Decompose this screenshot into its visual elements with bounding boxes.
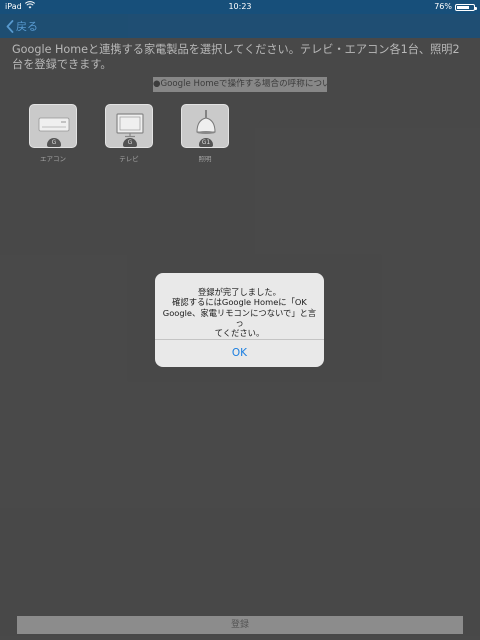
alert-line: てください。 [214, 328, 265, 339]
battery-percent: 76% [434, 2, 452, 11]
alert-line: Google、家電リモコンにつないで」と言っ [162, 307, 317, 328]
status-right: 76% [434, 0, 477, 14]
chevron-left-icon [6, 19, 14, 33]
register-button[interactable]: 登録 [17, 616, 463, 634]
nav-bar: 戻る [0, 14, 480, 38]
back-label: 戻る [16, 20, 38, 33]
battery-icon [455, 3, 477, 11]
status-time: 10:23 [228, 2, 252, 11]
alert-message: 登録が完了しました。 確認するにはGoogle Homeに「OK Google、… [161, 287, 318, 338]
alert-line: 登録が完了しました。 [198, 287, 281, 297]
back-button[interactable]: 戻る [6, 17, 38, 35]
battery-fill [457, 5, 470, 9]
registration-complete-alert: 登録が完了しました。 確認するにはGoogle Homeに「OK Google、… [155, 273, 324, 367]
ok-button[interactable]: OK [155, 340, 324, 367]
alert-line: 確認するにはGoogle Homeに「OK [172, 297, 307, 308]
status-bar: iPad 10:23 76% [0, 0, 480, 14]
